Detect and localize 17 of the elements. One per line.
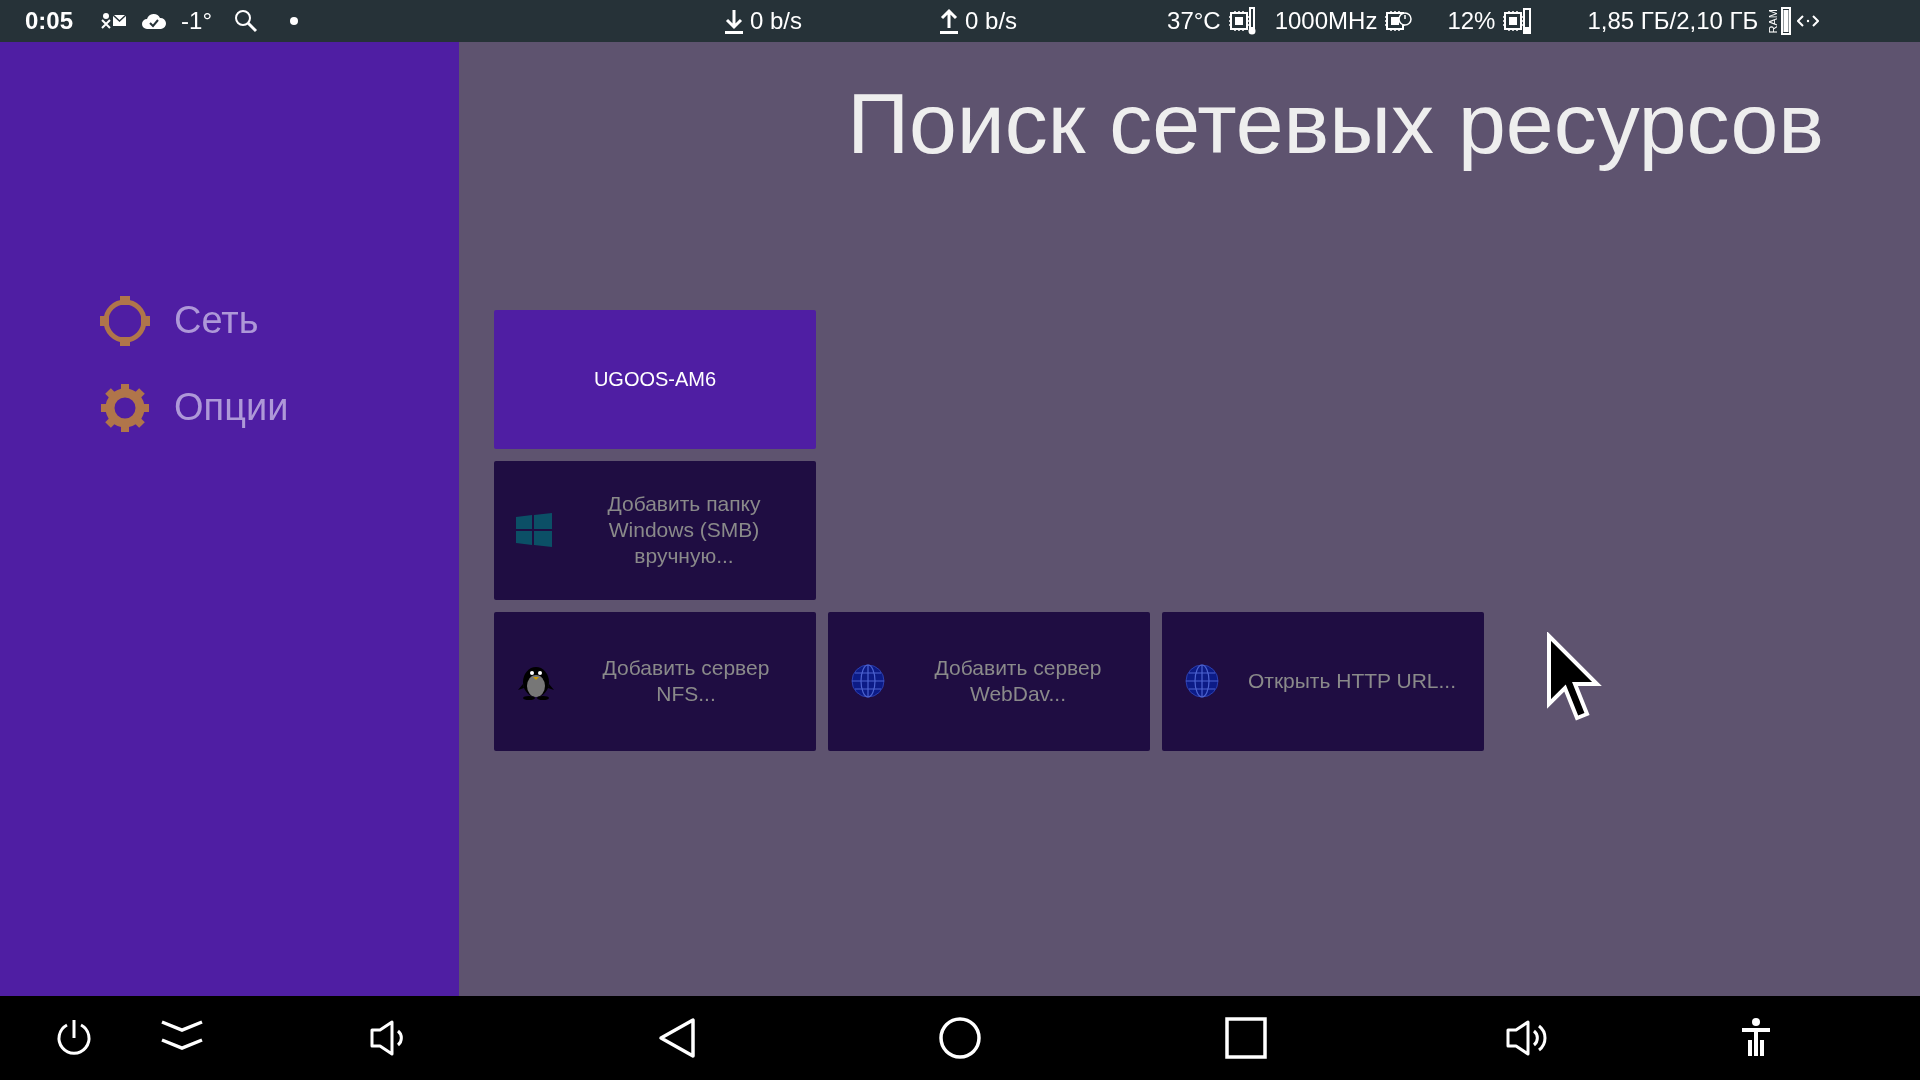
sidebar-item[interactable]: Опции	[100, 379, 459, 436]
action-tile[interactable]: Добавить папку Windows (SMB) вручную...	[494, 460, 816, 600]
cpu-frequency: 1000MHz	[1274, 6, 1378, 36]
ram-label: RAM	[1768, 8, 1780, 34]
action-tile[interactable]: Добавить сервер NFS...	[494, 611, 816, 751]
memory-usage: 1,85 ГБ/2,10 ГБ	[1587, 6, 1759, 36]
action-tile[interactable]: Открыть HTTP URL...	[1162, 611, 1484, 751]
page-title: Поиск сетевых ресурсов	[846, 74, 1825, 173]
clock-time: 0:05	[25, 6, 74, 36]
sidebar-item[interactable]: Сеть	[100, 292, 459, 349]
download-speed: 0 b/s	[750, 6, 802, 36]
action-tile[interactable]: Добавить сервер WebDav...	[828, 611, 1150, 751]
cpu-temperature: 37°C	[1167, 6, 1221, 36]
weather-temperature: -1°	[181, 6, 212, 36]
device-tile[interactable]: UGOOS-AM6	[494, 309, 816, 449]
cpu-load: 12%	[1447, 6, 1496, 36]
upload-speed: 0 b/s	[965, 6, 1018, 36]
